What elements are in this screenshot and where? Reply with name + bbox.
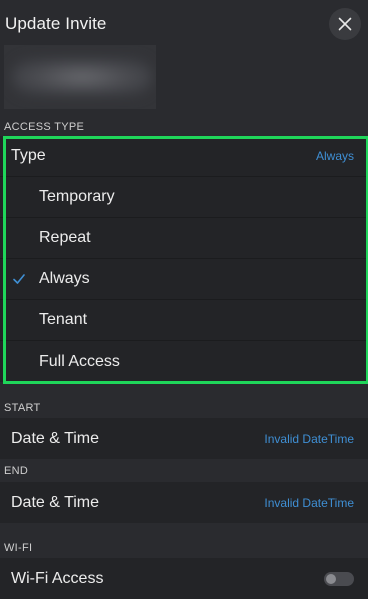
wifi-section-label: WI-FI [4,542,33,554]
checkmark-icon [13,274,25,284]
wifi-access-toggle[interactable] [324,571,354,586]
close-button[interactable] [329,8,361,40]
close-icon [338,17,352,31]
access-option-label: Tenant [39,311,88,328]
access-option-label: Full Access [39,352,120,370]
access-option-tenant[interactable]: Tenant [0,300,368,341]
end-group: Date & Time Invalid DateTime [0,482,368,523]
wifi-access-label: Wi-Fi Access [11,569,104,587]
end-datetime-label: Date & Time [11,493,100,511]
access-type-group: Type Always Temporary Repeat Always Tena… [0,136,368,382]
start-datetime-value: Invalid DateTime [264,431,354,446]
start-datetime-row[interactable]: Date & Time Invalid DateTime [0,418,368,459]
access-option-repeat[interactable]: Repeat [0,218,368,259]
start-datetime-label: Date & Time [11,429,100,447]
start-section-label: START [4,402,41,414]
end-datetime-value: Invalid DateTime [264,495,354,510]
toggle-knob [326,573,336,584]
page-title: Update Invite [5,14,107,33]
end-datetime-row[interactable]: Date & Time Invalid DateTime [0,482,368,523]
access-option-temporary[interactable]: Temporary [0,177,368,218]
access-option-label: Temporary [39,188,115,205]
blurred-invite-image [4,45,156,109]
start-group: Date & Time Invalid DateTime [0,418,368,459]
type-row-value: Always [315,149,354,163]
access-option-label: Always [39,270,90,287]
type-row-label: Type [11,147,46,164]
access-option-label: Repeat [39,229,91,246]
header: Update Invite [0,0,368,46]
access-option-full-access[interactable]: Full Access [0,341,368,382]
type-row[interactable]: Type Always [0,136,368,177]
access-type-section-label: ACCESS TYPE [4,121,85,133]
blurred-content [12,59,152,95]
end-section-label: END [4,465,29,477]
access-option-always[interactable]: Always [0,259,368,300]
